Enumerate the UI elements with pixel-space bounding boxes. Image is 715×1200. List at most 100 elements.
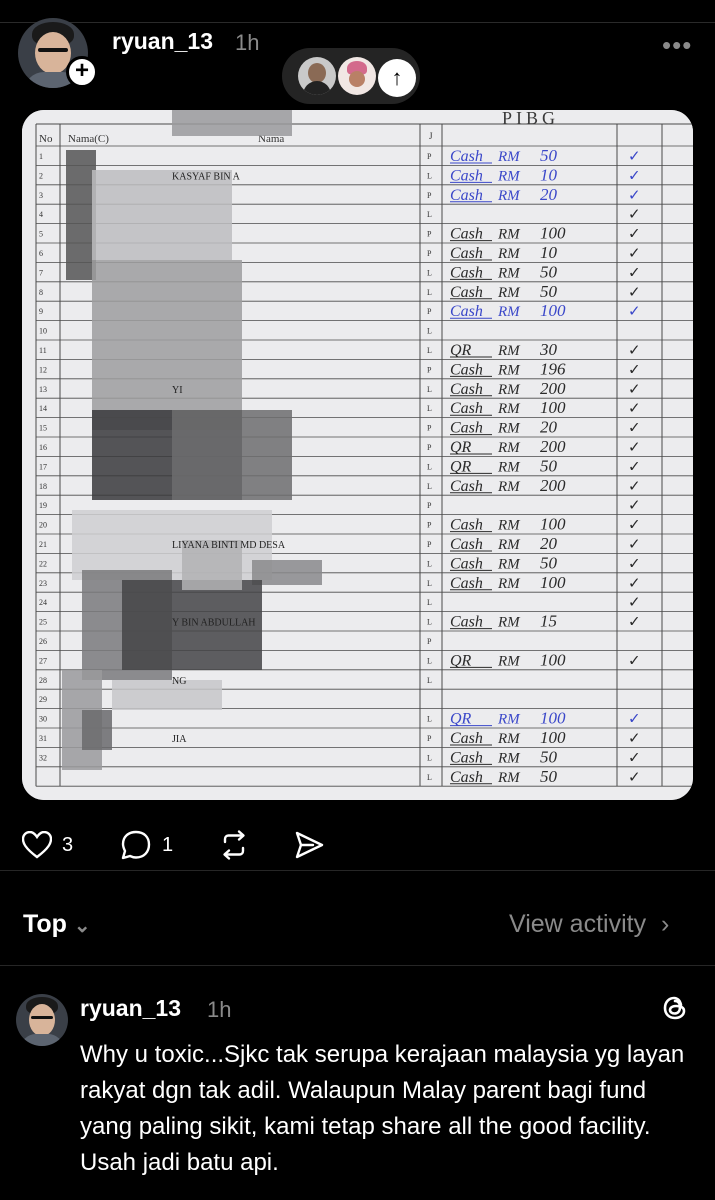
sheet-gender: P [427, 249, 432, 258]
sheet-gender: L [427, 404, 432, 413]
redaction-block [172, 410, 292, 500]
payment-method: Cash [450, 303, 483, 320]
sheet-gender: L [427, 579, 432, 588]
donation-amount: 20 [540, 185, 558, 204]
sheet-row-number: 5 [39, 230, 43, 239]
donation-amount: 100 [540, 709, 566, 728]
sheet-row-number: 17 [39, 462, 47, 471]
checkmark: ✓ [628, 770, 641, 786]
share-up-icon[interactable]: ↑ [378, 59, 416, 97]
currency-label: RM [497, 770, 521, 786]
sheet-row-number: 29 [39, 695, 47, 704]
payment-method: Cash [450, 400, 483, 417]
donation-amount: 100 [540, 224, 566, 243]
currency-label: RM [497, 556, 521, 572]
sheet-gender: L [427, 268, 432, 277]
currency-label: RM [497, 576, 521, 592]
donation-amount: 50 [540, 282, 558, 301]
post-time: 1h [235, 30, 260, 55]
payment-method: Cash [450, 478, 483, 495]
currency-label: RM [497, 440, 521, 456]
sheet-row-number: 7 [39, 268, 43, 277]
donation-amount: 100 [540, 650, 566, 669]
currency-label: RM [497, 285, 521, 301]
more-options-icon[interactable]: ••• [662, 30, 692, 61]
checkmark: ✓ [628, 265, 641, 281]
student-name-fragment: LIYANA BINTI MD DESA [172, 540, 286, 551]
sheet-row-number: 10 [39, 327, 47, 336]
currency-label: RM [497, 653, 521, 669]
payment-method: QR [450, 458, 472, 475]
sheet-gender: P [427, 230, 432, 239]
payment-method: QR [450, 711, 472, 728]
repost-icon [223, 830, 245, 860]
currency-label: RM [497, 421, 521, 437]
sheet-row-number: 3 [39, 191, 43, 200]
donation-amount: 100 [540, 728, 566, 747]
author-username[interactable]: ryuan_13 [112, 28, 213, 55]
reply-avatar[interactable] [16, 994, 68, 1046]
sheet-gender: L [427, 210, 432, 219]
comment-button[interactable]: 1 [120, 828, 180, 862]
sheet-gender: P [427, 637, 432, 646]
view-activity-link[interactable]: View activity › [509, 910, 669, 939]
currency-label: RM [497, 712, 521, 728]
currency-label: RM [497, 149, 521, 165]
checkmark: ✓ [628, 615, 641, 631]
checkmark: ✓ [628, 595, 641, 611]
sheet-gender: P [427, 152, 432, 161]
student-name-fragment: Y BIN ABDULLAH [172, 618, 256, 629]
reply-time: 1h [207, 997, 232, 1022]
sheet-row-number: 9 [39, 307, 43, 316]
payment-method: Cash [450, 555, 483, 572]
sheet-row-number: 32 [39, 753, 47, 762]
sheet-gender: L [427, 559, 432, 568]
payment-method: Cash [450, 769, 483, 786]
sheet-gender: L [427, 773, 432, 782]
currency-label: RM [497, 265, 521, 281]
threads-logo-icon[interactable] [660, 993, 690, 1023]
sheet-row-number: 20 [39, 521, 47, 530]
sheet-gender: L [427, 385, 432, 394]
sort-label: Top [23, 910, 67, 938]
checkmark: ✓ [628, 479, 641, 495]
sheet-row-number: 28 [39, 676, 47, 685]
currency-label: RM [497, 304, 521, 320]
checkmark: ✓ [628, 401, 641, 417]
post-image[interactable]: PIBG No Nama(C) Nama J KASYAF BIN A YI LIYANA B… [22, 110, 693, 800]
payment-method: Cash [450, 226, 483, 243]
sheet-row-number: 18 [39, 482, 47, 491]
sheet-row-number: 24 [39, 598, 47, 607]
checkmark: ✓ [628, 653, 641, 669]
view-activity-label: View activity [509, 910, 647, 938]
payment-method: Cash [450, 361, 483, 378]
currency-label: RM [497, 188, 521, 204]
sheet-gender: L [427, 171, 432, 180]
checkmark: ✓ [628, 304, 641, 320]
sheet-row-number: 6 [39, 249, 43, 258]
top-divider [0, 0, 715, 23]
donation-amount: 50 [540, 553, 558, 572]
checkmark: ✓ [628, 362, 641, 378]
divider [0, 965, 715, 966]
like-button[interactable]: 3 [22, 830, 82, 862]
reply-username[interactable]: ryuan_13 [80, 995, 181, 1022]
redaction-block [92, 170, 232, 260]
follow-plus-button[interactable]: + [66, 56, 98, 88]
sheet-gender: P [427, 521, 432, 530]
sheet-row-number: 2 [39, 171, 43, 180]
participant-avatar-1 [298, 57, 336, 95]
checkmark: ✓ [628, 576, 641, 592]
sheet-gender: L [427, 676, 432, 685]
repost-button[interactable] [218, 829, 250, 861]
currency-label: RM [497, 227, 521, 243]
sort-dropdown[interactable]: Top ⌄ [23, 910, 91, 939]
checkmark: ✓ [628, 498, 641, 514]
checkmark: ✓ [628, 556, 641, 572]
redaction-block [92, 260, 242, 430]
checkmark: ✓ [628, 227, 641, 243]
share-button[interactable] [293, 829, 325, 861]
currency-label: RM [497, 382, 521, 398]
payment-method: Cash [450, 187, 483, 204]
sheet-gender: L [427, 753, 432, 762]
